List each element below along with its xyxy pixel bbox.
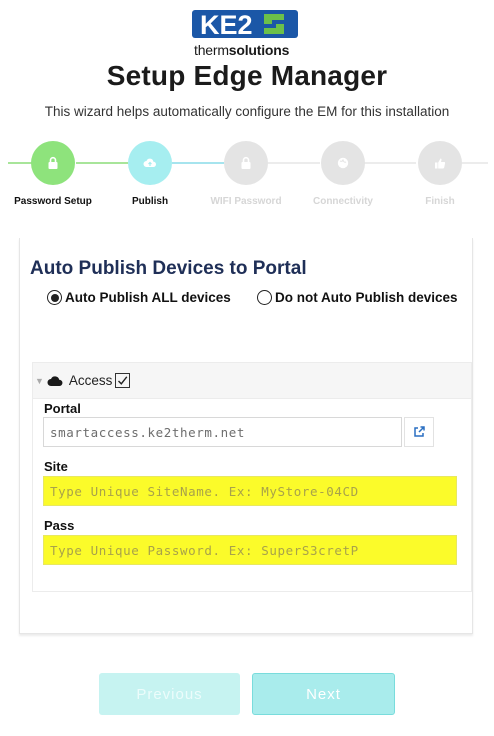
step-circle xyxy=(418,141,462,185)
cloud-icon xyxy=(47,375,63,386)
step-label: Connectivity xyxy=(312,196,373,207)
publish-card: Auto Publish Devices to Portal Auto Publ… xyxy=(19,238,473,634)
step-circle xyxy=(224,141,268,185)
site-input[interactable]: Type Unique SiteName. Ex: MyStore-04CD xyxy=(43,476,457,506)
ke2-logo: KE2 thermsolutions xyxy=(192,8,302,58)
checkmark-icon xyxy=(118,376,128,385)
wizard-stepper: Password Setup Publish WIFI Password Con… xyxy=(0,135,494,215)
caret-down-icon[interactable]: ▼ xyxy=(35,376,44,386)
step-label: Publish xyxy=(131,196,169,207)
radio-button-unchecked[interactable] xyxy=(257,290,272,305)
step-label: Finish xyxy=(425,196,455,207)
previous-button[interactable]: Previous xyxy=(99,673,240,715)
step-circle xyxy=(31,141,75,185)
pass-input[interactable]: Type Unique Password. Ex: SuperS3cretP xyxy=(43,535,457,565)
access-label: Access xyxy=(68,373,113,388)
lock-icon xyxy=(241,156,251,169)
logo-tagline: thermsolutions xyxy=(194,42,290,58)
radio-button-checked[interactable] xyxy=(47,290,62,305)
step-finish[interactable]: Finish xyxy=(395,141,485,207)
step-wifi-password[interactable]: WIFI Password xyxy=(201,141,291,207)
pass-label: Pass xyxy=(44,518,75,533)
radio-auto-publish-all[interactable]: Auto Publish ALL devices xyxy=(47,290,231,305)
lock-icon xyxy=(48,156,58,169)
radio-do-not-publish[interactable]: Do not Auto Publish devices xyxy=(257,290,458,305)
step-circle xyxy=(128,141,172,185)
ke2-logo-mark: KE2 xyxy=(192,10,298,40)
step-label: WIFI Password xyxy=(210,196,282,207)
step-password-setup[interactable]: Password Setup xyxy=(8,141,98,207)
step-label: Password Setup xyxy=(14,196,92,207)
step-publish[interactable]: Publish xyxy=(105,141,195,207)
next-button[interactable]: Next xyxy=(252,673,395,715)
access-panel-header[interactable]: ▼ Access xyxy=(33,363,471,399)
radio-label: Do not Auto Publish devices xyxy=(275,290,458,305)
svg-text:KE2: KE2 xyxy=(200,10,253,40)
external-link-icon xyxy=(414,426,425,437)
access-panel: ▼ Access Portal smartaccess.ke2therm.net… xyxy=(32,362,472,592)
access-checkbox[interactable] xyxy=(115,373,131,388)
portal-input[interactable]: smartaccess.ke2therm.net xyxy=(43,417,402,447)
page-subtitle: This wizard helps automatically configur… xyxy=(44,104,450,119)
thumbs-up-icon xyxy=(435,158,446,169)
globe-icon xyxy=(337,157,349,169)
open-portal-button[interactable] xyxy=(404,417,434,447)
step-connectivity[interactable]: Connectivity xyxy=(298,141,388,207)
portal-label: Portal xyxy=(44,401,81,416)
step-circle xyxy=(321,141,365,185)
card-title: Auto Publish Devices to Portal xyxy=(30,258,307,279)
page-title: Setup Edge Manager xyxy=(106,60,388,91)
radio-label: Auto Publish ALL devices xyxy=(65,290,231,305)
cloud-upload-icon xyxy=(143,158,156,167)
site-label: Site xyxy=(44,459,68,474)
